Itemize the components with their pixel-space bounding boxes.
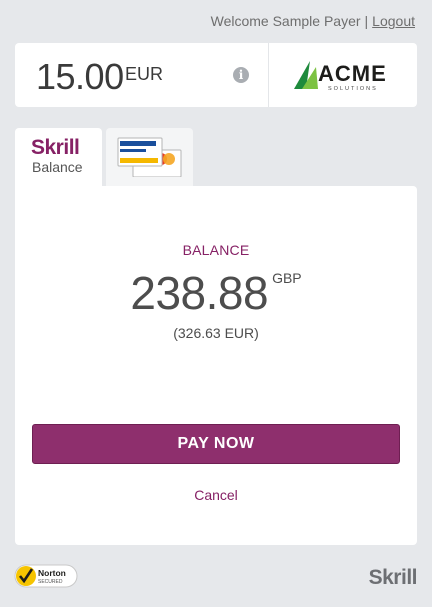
tab-skrill-balance[interactable]: Skrill Balance: [15, 128, 102, 188]
amount-currency: EUR: [125, 64, 164, 84]
norton-text: Norton: [38, 568, 66, 578]
info-icon[interactable]: i: [233, 67, 249, 83]
balance-panel: BALANCE 238.88 GBP (326.63 EUR) PAY NOW C…: [15, 186, 417, 545]
balance-heading: BALANCE: [182, 242, 250, 258]
welcome-text: Welcome Sample Payer: [210, 13, 361, 29]
separator: |: [364, 13, 369, 29]
merchant-logo: ACME SOLUTIONS: [294, 61, 387, 92]
converted-amount: (326.63 EUR): [173, 325, 259, 341]
balance-amount-row: 238.88 GBP: [15, 266, 417, 320]
merchant-logo-text: ACME: [318, 61, 387, 86]
payment-amount-card: 15.00 EUR i ACME SOLUTIONS: [15, 43, 417, 107]
balance-currency: GBP: [272, 270, 302, 286]
skrill-footer-logo: Skrill: [368, 566, 418, 589]
amount-value: 15.00: [36, 56, 124, 97]
tab-card-payment[interactable]: [106, 128, 193, 186]
merchant-section: ACME SOLUTIONS: [269, 43, 417, 107]
logout-link[interactable]: Logout: [372, 13, 415, 29]
merchant-logo-subtext: SOLUTIONS: [328, 86, 378, 92]
tab-label: Balance: [32, 159, 83, 175]
pay-now-button[interactable]: PAY NOW: [32, 424, 400, 464]
skrill-logo: Skrill: [31, 136, 80, 159]
norton-subtext: SECURED: [38, 579, 63, 585]
user-bar: Welcome Sample Payer | Logout: [211, 13, 415, 29]
norton-secured-badge: Norton SECURED: [14, 564, 78, 588]
amount-section: 15.00 EUR i: [15, 43, 269, 107]
cancel-link[interactable]: Cancel: [15, 487, 417, 503]
credit-card-icon: [117, 137, 182, 177]
balance-value: 238.88: [130, 267, 269, 319]
